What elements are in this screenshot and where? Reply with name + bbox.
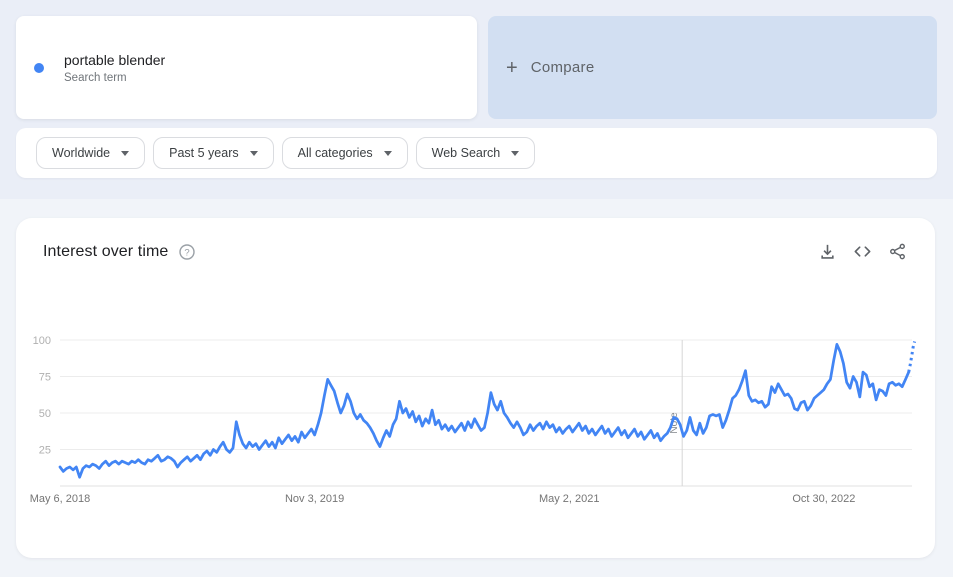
x-axis-tick-label: May 6, 2018	[30, 493, 91, 505]
chevron-down-icon	[511, 150, 520, 156]
filter-searchtype-dropdown[interactable]: Web Search	[415, 137, 536, 169]
series-color-dot-icon	[34, 62, 44, 73]
chart-actions	[818, 242, 907, 261]
chart-title: Interest over time	[43, 242, 169, 260]
filter-geo-label: Worldwide	[52, 146, 111, 160]
filter-category-dropdown[interactable]: All categories	[281, 137, 408, 169]
y-axis-tick-label: 75	[39, 372, 51, 384]
search-term-label: portable blender	[64, 52, 166, 68]
share-icon[interactable]	[888, 242, 907, 261]
search-term-subtitle: Search term	[64, 72, 127, 84]
term-row: portable blender Search term + Compare	[16, 16, 937, 119]
compare-card[interactable]: + Compare	[488, 16, 937, 119]
x-axis-tick-label: Oct 30, 2022	[792, 493, 855, 505]
filter-time-dropdown[interactable]: Past 5 years	[153, 137, 274, 169]
interest-over-time-card: Interest over time ? 25 50 75 100 Note M…	[16, 218, 935, 558]
chart-header: Interest over time ?	[16, 218, 935, 261]
filter-searchtype-label: Web Search	[431, 146, 501, 160]
y-axis-tick-label: 50	[39, 408, 51, 420]
plus-icon: +	[506, 56, 518, 79]
chevron-down-icon	[249, 150, 258, 156]
filter-bar: Worldwide Past 5 years All categories We…	[16, 128, 937, 178]
svg-text:?: ?	[185, 247, 190, 258]
x-axis-tick-label: Nov 3, 2019	[285, 493, 344, 505]
filter-geo-dropdown[interactable]: Worldwide	[36, 137, 146, 169]
top-section: portable blender Search term + Compare W…	[0, 0, 953, 199]
x-axis-tick-label: May 2, 2021	[539, 493, 600, 505]
y-axis-tick-label: 25	[39, 445, 51, 457]
chevron-down-icon	[121, 150, 130, 156]
compare-label: Compare	[530, 59, 595, 76]
series-line	[58, 343, 911, 479]
chevron-down-icon	[383, 150, 392, 156]
embed-icon[interactable]	[852, 242, 873, 261]
help-icon[interactable]: ?	[178, 243, 196, 261]
y-axis-tick-label: 100	[33, 335, 51, 347]
interest-over-time-chart: 255075100NoteMay 6, 2018 Nov 3, 2019 May 2…	[30, 335, 917, 505]
search-term-card[interactable]: portable blender Search term	[16, 16, 477, 119]
filter-category-label: All categories	[297, 146, 373, 160]
search-term-text: portable blender Search term	[64, 51, 165, 84]
partial-data-dotted-line	[907, 341, 917, 373]
filter-time-label: Past 5 years	[169, 146, 239, 160]
download-icon[interactable]	[818, 242, 837, 261]
